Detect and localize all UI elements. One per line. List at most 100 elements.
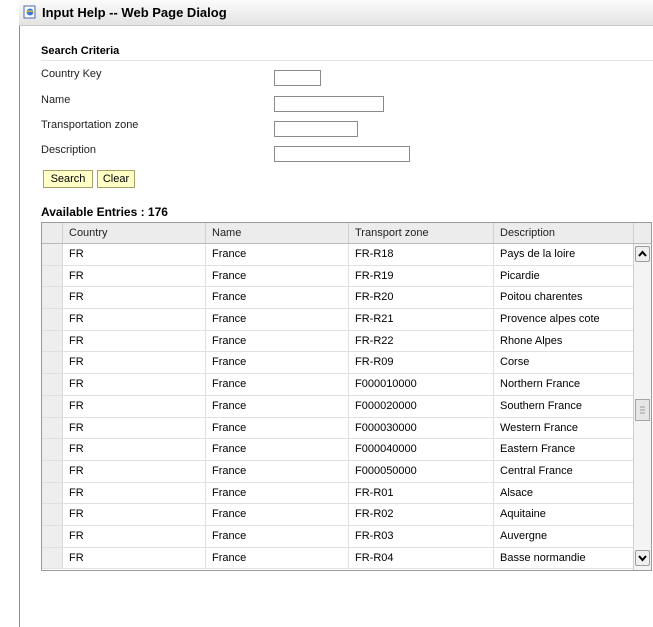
country-cell[interactable]: FR [63,265,206,287]
transport-zone-cell[interactable]: FR-R21 [349,309,494,330]
country-cell[interactable]: FR [63,504,206,525]
country-cell[interactable]: FR [63,309,206,330]
country-cell[interactable]: FR [63,395,206,417]
table-row[interactable]: FR France F000040000 Eastern France [42,439,651,461]
name-cell[interactable]: France [206,460,349,482]
table-row[interactable]: FR France F000050000 Central France [42,460,651,483]
row-selector[interactable] [42,395,63,417]
description-input[interactable] [274,146,410,162]
name-cell[interactable]: France [206,330,349,352]
name-cell[interactable]: France [206,265,349,287]
description-cell[interactable]: Auvergne [494,525,634,547]
row-selector[interactable] [42,417,63,439]
transportation-zone-input[interactable] [274,121,358,137]
column-header-transport-zone[interactable]: Transport zone [349,223,494,243]
country-cell[interactable]: FR [63,374,206,395]
row-selector[interactable] [42,374,63,395]
name-cell[interactable]: France [206,417,349,439]
table-row[interactable]: FR France FR-R01 Alsace [42,482,651,505]
column-header-description[interactable]: Description [494,223,634,243]
country-cell[interactable]: FR [63,525,206,547]
transport-zone-cell[interactable]: FR-R02 [349,504,494,525]
table-row[interactable]: FR France FR-R21 Provence alpes cote [42,309,651,331]
country-cell[interactable]: FR [63,439,206,460]
country-cell[interactable]: FR [63,287,206,309]
vertical-scrollbar[interactable] [633,244,651,570]
table-row[interactable]: FR France FR-R04 Basse normandie [42,547,651,570]
name-cell[interactable]: France [206,374,349,395]
transport-zone-cell[interactable]: F000040000 [349,439,494,460]
country-key-input[interactable] [274,70,321,86]
scrollbar-thumb[interactable] [635,399,650,421]
description-cell[interactable]: Provence alpes cote [494,309,634,330]
country-cell[interactable]: FR [63,352,206,374]
chevron-up-icon[interactable] [635,246,650,262]
row-selector[interactable] [42,482,63,504]
name-cell[interactable]: France [206,395,349,417]
description-cell[interactable]: Central France [494,460,634,482]
transport-zone-cell[interactable]: FR-R04 [349,547,494,569]
table-row[interactable]: FR France FR-R20 Poitou charentes [42,287,651,310]
description-cell[interactable]: Eastern France [494,439,634,460]
row-selector[interactable] [42,439,63,460]
column-header-name[interactable]: Name [206,223,349,243]
chevron-down-icon[interactable] [635,550,650,566]
table-row[interactable]: FR France FR-R03 Auvergne [42,525,651,548]
transport-zone-cell[interactable]: F000030000 [349,417,494,439]
row-selector[interactable] [42,460,63,482]
description-cell[interactable]: Picardie [494,265,634,287]
row-selector[interactable] [42,309,63,330]
table-row[interactable]: FR France FR-R22 Rhone Alpes [42,330,651,353]
row-selector[interactable] [42,330,63,352]
description-cell[interactable]: Northern France [494,374,634,395]
row-selector[interactable] [42,547,63,569]
country-cell[interactable]: FR [63,460,206,482]
country-cell[interactable]: FR [63,417,206,439]
name-cell[interactable]: France [206,309,349,330]
row-selector[interactable] [42,244,63,265]
description-cell[interactable]: Southern France [494,395,634,417]
transport-zone-cell[interactable]: FR-R09 [349,352,494,374]
search-button[interactable]: Search [43,170,93,188]
transport-zone-cell[interactable]: FR-R19 [349,265,494,287]
table-row[interactable]: FR France F000020000 Southern France [42,395,651,418]
table-row[interactable]: FR France FR-R19 Picardie [42,265,651,288]
clear-button[interactable]: Clear [97,170,135,188]
name-cell[interactable]: France [206,352,349,374]
row-selector[interactable] [42,287,63,309]
row-selector[interactable] [42,504,63,525]
name-cell[interactable]: France [206,525,349,547]
transport-zone-cell[interactable]: FR-R03 [349,525,494,547]
column-header-country[interactable]: Country [63,223,206,243]
table-row[interactable]: FR France FR-R02 Aquitaine [42,504,651,526]
description-cell[interactable]: Aquitaine [494,504,634,525]
name-input[interactable] [274,96,384,112]
row-selector[interactable] [42,352,63,374]
country-cell[interactable]: FR [63,244,206,265]
name-cell[interactable]: France [206,244,349,265]
table-row[interactable]: FR France F000010000 Northern France [42,374,651,396]
description-cell[interactable]: Rhone Alpes [494,330,634,352]
name-cell[interactable]: France [206,482,349,504]
name-cell[interactable]: France [206,547,349,569]
transport-zone-cell[interactable]: F000050000 [349,460,494,482]
transport-zone-cell[interactable]: FR-R22 [349,330,494,352]
table-row[interactable]: FR France FR-R18 Pays de la loire [42,244,651,266]
description-cell[interactable]: Pays de la loire [494,244,634,265]
name-cell[interactable]: France [206,504,349,525]
description-cell[interactable]: Western France [494,417,634,439]
name-cell[interactable]: France [206,287,349,309]
transport-zone-cell[interactable]: FR-R18 [349,244,494,265]
transport-zone-cell[interactable]: F000010000 [349,374,494,395]
transport-zone-cell[interactable]: FR-R01 [349,482,494,504]
transport-zone-cell[interactable]: FR-R20 [349,287,494,309]
description-cell[interactable]: Poitou charentes [494,287,634,309]
country-cell[interactable]: FR [63,482,206,504]
row-selector[interactable] [42,525,63,547]
description-cell[interactable]: Corse [494,352,634,374]
select-all-header[interactable] [42,223,63,243]
row-selector[interactable] [42,265,63,287]
name-cell[interactable]: France [206,439,349,460]
table-row[interactable]: FR France FR-R09 Corse [42,352,651,375]
transport-zone-cell[interactable]: F000020000 [349,395,494,417]
